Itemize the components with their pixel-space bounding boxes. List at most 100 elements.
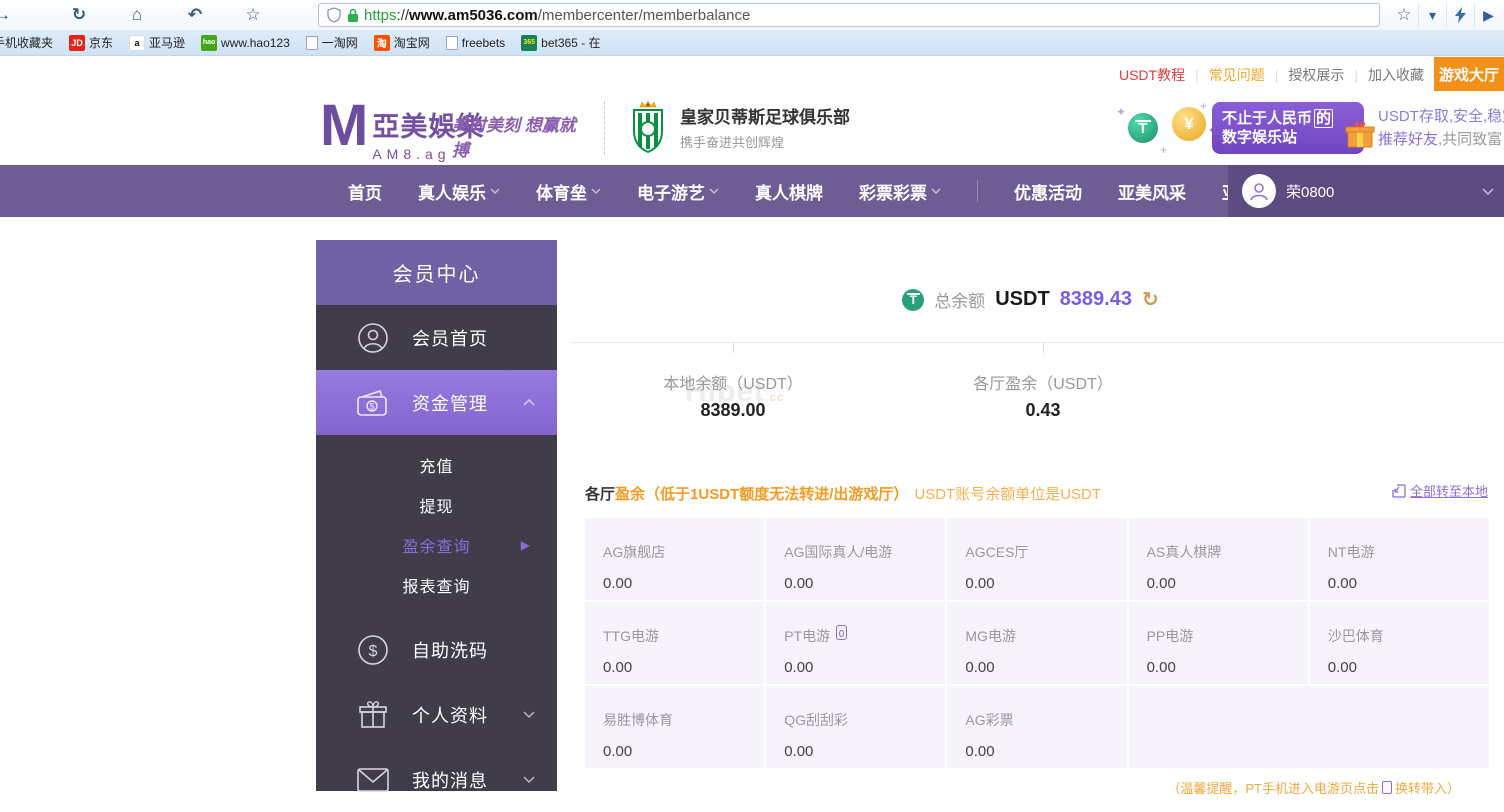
svg-text:$: $	[369, 643, 378, 660]
game-hall-button[interactable]: 游戏大厅	[1434, 57, 1504, 91]
pt-mobile-icon[interactable]	[836, 625, 847, 640]
betis-crest-icon	[628, 101, 668, 153]
hall-cell: AG彩票0.00	[947, 686, 1126, 768]
logo-m-mark: M	[320, 97, 364, 162]
link-faq[interactable]: 常见问题	[1209, 67, 1265, 83]
bookmark-etao[interactable]: 一淘网	[306, 34, 358, 51]
halls-balance-value: 0.43	[1025, 400, 1060, 421]
nav-home[interactable]: 首页	[348, 179, 382, 204]
promo-bubble: 不止于人民币的 数字娱乐站	[1212, 102, 1364, 154]
converter-icon	[1382, 781, 1392, 794]
nav-showcase[interactable]: 亚美风采	[1118, 179, 1186, 204]
sidebar-item-rebate[interactable]: $ 自助洗码	[316, 617, 557, 682]
chevron-down-icon	[523, 711, 535, 718]
hall-balance-grid: AG旗舰店0.00 AG国际真人/电游0.00 AGCES厅0.00 AS真人棋…	[585, 518, 1489, 768]
utility-links: USDT教程 | 常见问题 | 授权展示 | 加入收藏	[1119, 65, 1424, 85]
nav-divider	[977, 180, 978, 202]
bet365-icon: 365	[521, 35, 537, 51]
pt-reminder-note: （温馨提醒，PT手机进入电游页点击换转带入）	[1167, 778, 1460, 797]
https-lock-icon	[347, 8, 359, 23]
tether-coin-icon: T	[1128, 113, 1158, 143]
nav-promotions[interactable]: 优惠活动	[1014, 179, 1082, 204]
transfer-all-link[interactable]: 全部转至本地	[1392, 481, 1488, 500]
bookmark-mobile-favorites[interactable]: 手机收藏夹	[0, 34, 53, 51]
submenu-deposit[interactable]: 充值	[316, 445, 557, 485]
page-icon	[306, 36, 318, 50]
refresh-balance-icon[interactable]: ↻	[1142, 287, 1159, 312]
gift-icon	[1345, 121, 1375, 154]
taobao-icon: 淘	[374, 35, 390, 51]
breakdown-tick	[733, 342, 734, 353]
bookmark-jd[interactable]: JD京东	[69, 34, 113, 51]
partner-block: 皇家贝蒂斯足球俱乐部 携手奋进共创辉煌	[628, 101, 850, 153]
nav-sports[interactable]: 体育垒	[536, 179, 601, 204]
hall-cell: TTG电游0.00	[585, 602, 764, 684]
link-add-favorite[interactable]: 加入收藏	[1368, 67, 1424, 83]
local-balance-value: 8389.00	[700, 400, 765, 421]
sidebar-item-member-home[interactable]: 会员首页	[316, 305, 557, 370]
utility-bar: USDT教程 | 常见问题 | 授权展示 | 加入收藏 游戏大厅	[0, 57, 1504, 91]
breakdown-connector	[570, 342, 1504, 343]
total-balance-label: 总余额	[934, 287, 985, 312]
sidebar-item-funds[interactable]: $ 资金管理	[316, 370, 557, 435]
forward-icon[interactable]: →	[0, 5, 8, 25]
header-divider	[604, 101, 605, 155]
sidebar-item-messages[interactable]: 我的消息	[316, 747, 557, 812]
member-sidebar: 会员中心 会员首页 $ 资金管理 充值 提现 盈余查询▶ 报表查询 $ 自助洗码…	[316, 240, 557, 791]
submenu-report-query[interactable]: 报表查询	[316, 565, 557, 605]
bookmark-hao123[interactable]: haowww.hao123	[201, 35, 290, 51]
link-usdt-tutorial[interactable]: USDT教程	[1119, 67, 1185, 83]
page-icon	[446, 36, 458, 50]
promo-text: USDT存取,安全,稳定 推荐好友,共同致富	[1378, 105, 1504, 151]
divider: |	[1354, 67, 1358, 83]
hall-cell: AG国际真人/电游0.00	[766, 518, 945, 600]
chevron-down-icon	[523, 776, 535, 783]
total-balance-row: T 总余额 USDT 8389.43 ↻	[557, 287, 1504, 312]
play-icon[interactable]: ▶	[1474, 3, 1502, 27]
bookmark-amazon[interactable]: a亚马逊	[129, 34, 185, 51]
hall-cell: QG刮刮彩0.00	[766, 686, 945, 768]
shield-icon	[327, 7, 341, 23]
lightning-icon[interactable]	[1446, 3, 1474, 27]
home-icon[interactable]: ⌂	[124, 5, 150, 25]
svg-text:$: $	[369, 401, 374, 411]
submenu-withdraw[interactable]: 提现	[316, 485, 557, 525]
chevron-down-icon	[709, 188, 719, 194]
nav-slots[interactable]: 电子游艺	[637, 179, 719, 204]
bookmark-freebets[interactable]: freebets	[446, 36, 505, 50]
bookmark-star-icon[interactable]: ☆	[240, 5, 266, 25]
nav-live-casino[interactable]: 真人娱乐	[418, 179, 500, 204]
chevron-down-icon	[591, 188, 601, 194]
bookmark-bet365[interactable]: 365bet365 - 在	[521, 34, 600, 51]
hall-cell: 易胜博体育0.00	[585, 686, 764, 768]
refresh-icon[interactable]: ↻	[66, 5, 92, 25]
halls-balance-label: 各厅盈余（USDT）	[973, 370, 1113, 394]
user-menu[interactable]: 荣0800	[1228, 165, 1504, 217]
dropdown-icon[interactable]: ▾	[1418, 3, 1446, 27]
undo-icon[interactable]: ↶	[182, 5, 208, 25]
yen-coin-icon: ¥	[1172, 107, 1206, 141]
link-license[interactable]: 授权展示	[1288, 67, 1344, 83]
divider: |	[1275, 67, 1279, 83]
hall-cell: 沙巴体育0.00	[1310, 602, 1489, 684]
sparkle-icon: +	[1160, 143, 1167, 157]
nav-poker[interactable]: 真人棋牌	[755, 179, 823, 204]
balance-page: T 总余额 USDT 8389.43 ↻ Hibet.cc 本地余额（USDT）…	[557, 217, 1504, 791]
sparkle-icon: ✦	[1116, 105, 1126, 119]
main-nav: 首页 真人娱乐 体育垒 电子游艺 真人棋牌 彩票彩票 优惠活动 亚美风采 亚美社…	[0, 165, 1504, 217]
sparkle-icon: +	[1200, 99, 1207, 113]
sidebar-item-profile[interactable]: 个人资料	[316, 682, 557, 747]
hall-cell-empty	[1129, 686, 1489, 768]
submenu-balance-query[interactable]: 盈余查询▶	[316, 525, 557, 565]
bookmark-taobao[interactable]: 淘淘宝网	[374, 34, 430, 51]
total-balance-value: 8389.43	[1060, 288, 1132, 311]
tether-icon: T	[902, 289, 924, 311]
favorite-star-icon[interactable]: ☆	[1390, 3, 1418, 27]
member-home-icon	[356, 322, 390, 354]
breakdown-tick	[1043, 342, 1044, 353]
url-bar[interactable]: https://www.am5036.com/membercenter/memb…	[318, 3, 1380, 27]
divider: |	[1195, 67, 1199, 83]
hall-cell-pt: PT电游0.00	[766, 602, 945, 684]
nav-lottery[interactable]: 彩票彩票	[859, 179, 941, 204]
hao123-icon: hao	[201, 35, 217, 51]
